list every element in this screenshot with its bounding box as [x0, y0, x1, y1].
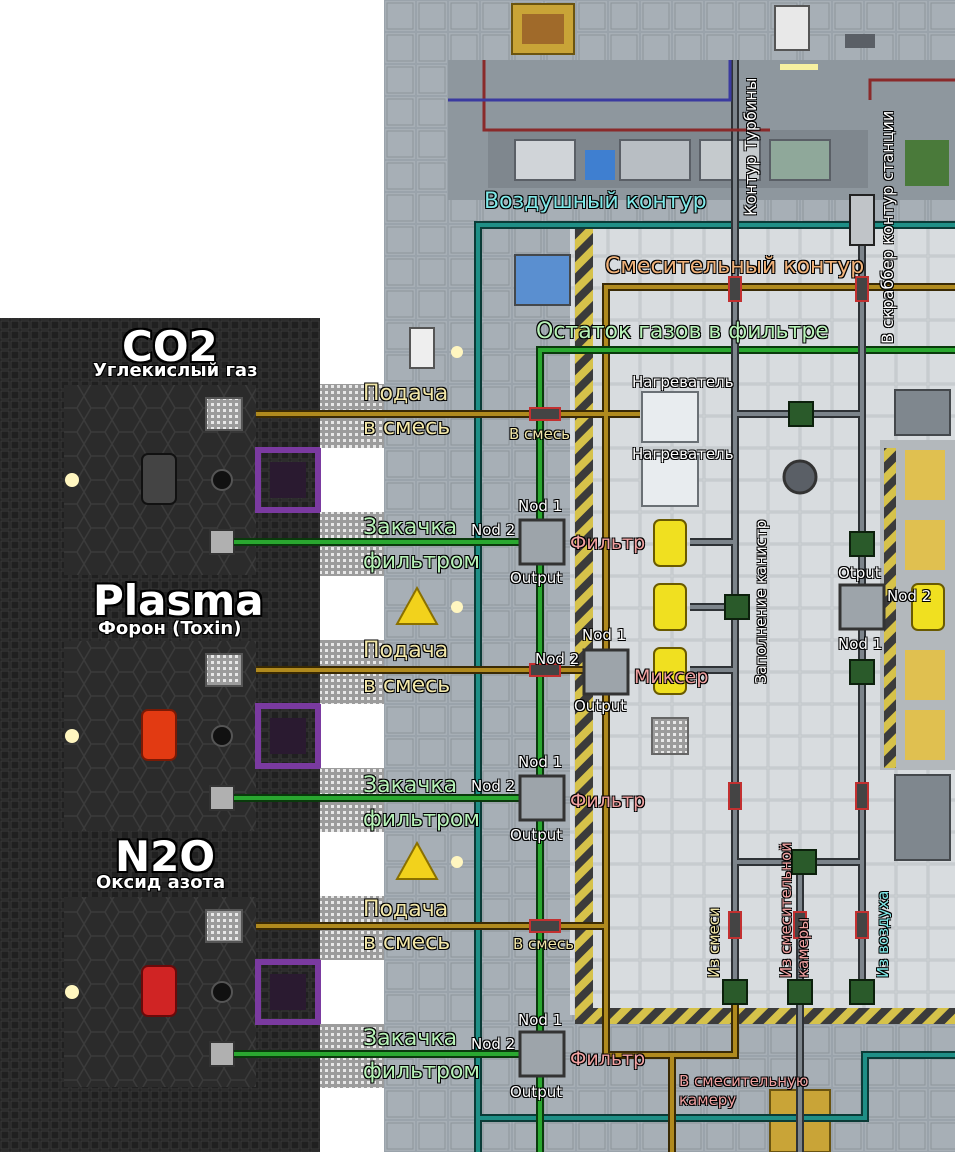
filter1-output: Output [510, 569, 563, 587]
filter2-node2: Nod 2 [471, 777, 516, 795]
pump-label-plasma-1: Закачка [363, 773, 458, 798]
filter1-label: Фильтр [570, 532, 646, 554]
filter1-node2: Nod 2 [471, 521, 516, 539]
supply-label-co2-1: Подача [363, 381, 449, 406]
heater-label-1: Нагреватель [632, 373, 734, 391]
loop-label-mixing: Смесительный контур [605, 254, 865, 279]
supply-label-n2o-1: Подача [363, 897, 449, 922]
loop-label-air: Воздушный контур [484, 189, 707, 214]
from-air-label: Из воздуха [874, 890, 892, 978]
right-filter-otput: Otput [838, 564, 881, 582]
mixer-label: Миксер [634, 666, 709, 688]
supply-label-n2o-2: в смесь [363, 930, 451, 955]
loop-label-filter-rest: Остаток газов в фильтре [536, 319, 829, 344]
to-mix-label-2: В смесь [513, 935, 574, 953]
room-subtitle-plasma: Форон (Toxin) [98, 618, 242, 639]
filter3-node2: Nod 2 [471, 1035, 516, 1053]
supply-label-plasma-2: в смесь [363, 673, 451, 698]
pump-label-n2o-1: Закачка [363, 1026, 458, 1051]
filter3-node1: Nod 1 [518, 1011, 563, 1029]
from-mix-chamber-label: Из смесительной камеры [777, 842, 813, 978]
room-title-plasma: Plasma [93, 576, 264, 625]
right-filter-node1: Nod 1 [838, 635, 883, 653]
to-mix-label-1: В смесь [509, 425, 570, 443]
canister-fill-label: Заполнение канистр [752, 519, 770, 684]
room-subtitle-n2o: Оксид азота [96, 872, 226, 893]
filter2-label: Фильтр [570, 790, 646, 812]
pump-label-plasma-2: фильтром [363, 807, 480, 832]
loop-label-scrubber: В скраббер контур станции [878, 110, 897, 344]
filter3-label: Фильтр [570, 1048, 646, 1070]
to-mix-chamber-label: В смесительную камеру [679, 1072, 809, 1109]
pump-label-co2-1: Закачка [363, 515, 458, 540]
loop-label-turbine: Контур Турбины [741, 77, 760, 216]
pump-label-n2o-2: фильтром [363, 1059, 480, 1084]
filter2-output: Output [510, 826, 563, 844]
right-filter-node2: Nod 2 [887, 587, 932, 605]
mixer-node2: Nod 2 [535, 650, 580, 668]
mixer-node1: Nod 1 [582, 626, 627, 644]
supply-label-co2-2: в смесь [363, 415, 451, 440]
filter2-node1: Nod 1 [518, 753, 563, 771]
mixer-output: Output [574, 697, 627, 715]
from-mix-label: Из смеси [705, 907, 723, 978]
heater-label-2: Нагреватель [632, 445, 734, 463]
room-subtitle-co2: Углекислый газ [93, 360, 258, 381]
pump-label-co2-2: фильтром [363, 549, 480, 574]
filter3-output: Output [510, 1083, 563, 1101]
filter1-node1: Nod 1 [518, 497, 563, 515]
supply-label-plasma-1: Подача [363, 638, 449, 663]
